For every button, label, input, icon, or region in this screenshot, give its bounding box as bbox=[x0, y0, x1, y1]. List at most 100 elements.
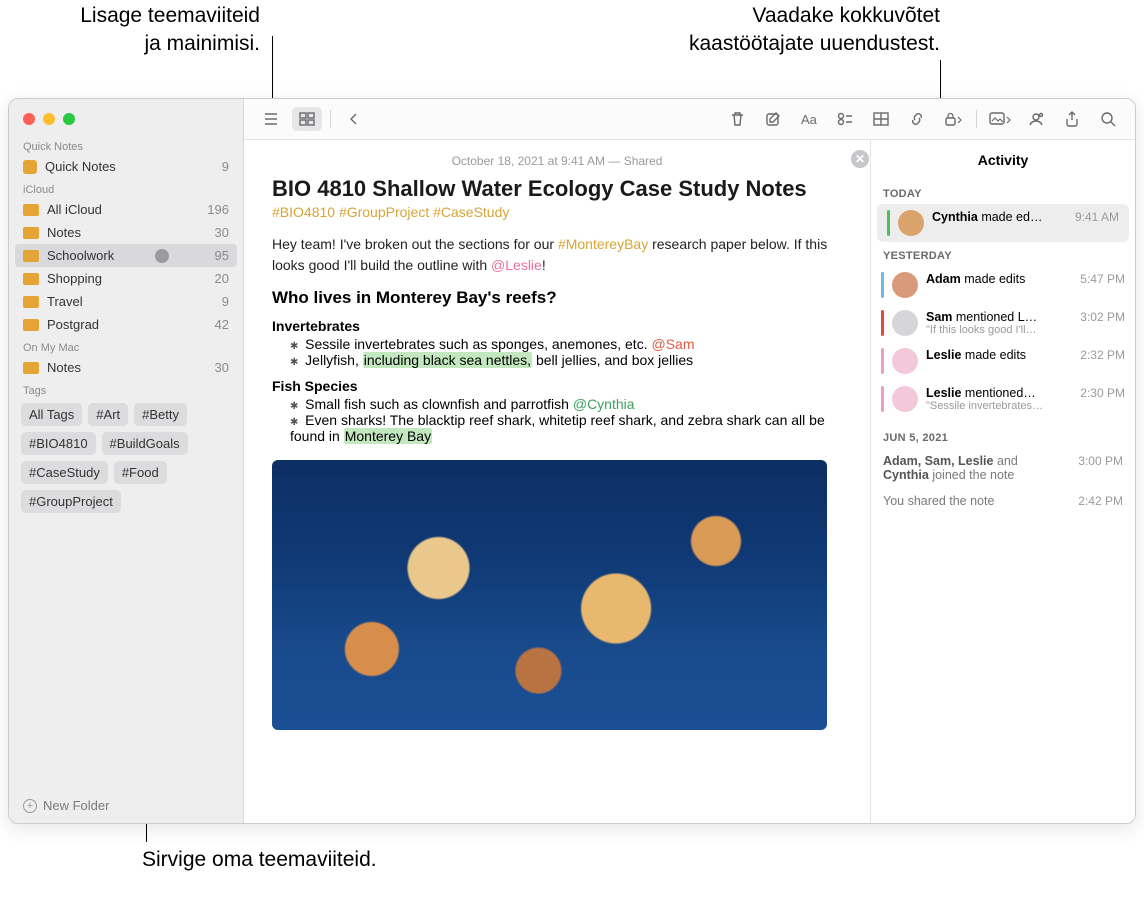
activity-item[interactable]: Cynthia made ed… 9:41 AM bbox=[877, 204, 1129, 242]
activity-plain-item: Adam, Sam, Leslie and Cynthia joined the… bbox=[871, 448, 1135, 488]
note-image-jellyfish bbox=[272, 460, 827, 730]
gallery-view-button[interactable] bbox=[292, 107, 322, 131]
folder-icon bbox=[23, 362, 39, 374]
format-button[interactable]: Aa bbox=[794, 107, 824, 131]
avatar bbox=[892, 272, 918, 298]
callout-bottom: Sirvige oma teemaviiteid. bbox=[142, 846, 377, 874]
note-list: Small fish such as clownfish and parrotf… bbox=[272, 396, 842, 444]
avatar bbox=[898, 210, 924, 236]
activity-color-strip bbox=[881, 348, 884, 374]
activity-color-strip bbox=[881, 272, 884, 298]
note-title: BIO 4810 Shallow Water Ecology Case Stud… bbox=[272, 176, 842, 202]
sidebar-item-label: Quick Notes bbox=[45, 159, 116, 174]
media-button[interactable] bbox=[985, 107, 1015, 131]
main-area: Aa October 18, 2021 at 9:41 AM — Shared … bbox=[244, 99, 1135, 823]
activity-date-older: JUN 5, 2021 bbox=[883, 432, 1135, 444]
tag-pill[interactable]: #Food bbox=[114, 461, 167, 484]
sidebar-item-label: All iCloud bbox=[47, 202, 102, 217]
activity-color-strip bbox=[881, 386, 884, 412]
tag-pill[interactable]: #CaseStudy bbox=[21, 461, 108, 484]
sidebar-section-icloud: iCloud bbox=[9, 178, 243, 198]
note-editor[interactable]: October 18, 2021 at 9:41 AM — Shared BIO… bbox=[244, 140, 870, 823]
window-controls bbox=[9, 99, 243, 135]
tag-pill[interactable]: All Tags bbox=[21, 403, 82, 426]
activity-item[interactable]: Sam mentioned L…"If this looks good I'll… bbox=[871, 304, 1135, 342]
tag-pill[interactable]: #BuildGoals bbox=[102, 432, 188, 455]
delete-button[interactable] bbox=[722, 107, 752, 131]
close-activity-button[interactable]: ✕ bbox=[851, 150, 869, 168]
new-folder-button[interactable]: + New Folder bbox=[9, 788, 243, 823]
activity-title: ✕ Activity bbox=[871, 140, 1135, 180]
activity-panel: ✕ Activity TODAY Cynthia made ed… 9:41 A… bbox=[870, 140, 1135, 823]
avatar bbox=[892, 310, 918, 336]
lock-button[interactable] bbox=[938, 107, 968, 131]
fullscreen-window-button[interactable] bbox=[63, 113, 75, 125]
shared-icon bbox=[155, 249, 169, 263]
folder-icon bbox=[23, 296, 39, 308]
sidebar-item-label: Shopping bbox=[47, 271, 102, 286]
note-date: October 18, 2021 at 9:41 AM — Shared bbox=[272, 154, 842, 168]
avatar bbox=[892, 386, 918, 412]
quick-notes-icon bbox=[23, 160, 37, 174]
note-heading: Who lives in Monterey Bay's reefs? bbox=[272, 288, 842, 308]
activity-item[interactable]: Adam made edits 5:47 PM bbox=[871, 266, 1135, 304]
sidebar-item-label: Notes bbox=[47, 360, 81, 375]
toolbar: Aa bbox=[244, 99, 1135, 140]
sidebar-item-travel[interactable]: Travel 9 bbox=[9, 290, 243, 313]
callout-top-right: Vaadake kokkuvõtetkaastöötajate uuendust… bbox=[560, 2, 940, 59]
sidebar-item-label: Postgrad bbox=[47, 317, 99, 332]
callout-top-left: Lisage teemaviiteidja mainimisi. bbox=[20, 2, 260, 59]
collaborate-button[interactable] bbox=[1021, 107, 1051, 131]
sidebar: Quick Notes Quick Notes 9 iCloud All iCl… bbox=[9, 99, 244, 823]
tag-pill[interactable]: #BIO4810 bbox=[21, 432, 96, 455]
sidebar-item-label: Travel bbox=[47, 294, 83, 309]
folder-icon bbox=[23, 227, 39, 239]
activity-item[interactable]: Leslie made edits 2:32 PM bbox=[871, 342, 1135, 380]
table-button[interactable] bbox=[866, 107, 896, 131]
list-view-button[interactable] bbox=[256, 107, 286, 131]
new-note-button[interactable] bbox=[758, 107, 788, 131]
notes-window: Quick Notes Quick Notes 9 iCloud All iCl… bbox=[8, 98, 1136, 824]
note-subheading: Invertebrates bbox=[272, 318, 842, 334]
search-button[interactable] bbox=[1093, 107, 1123, 131]
share-button[interactable] bbox=[1057, 107, 1087, 131]
activity-color-strip bbox=[881, 310, 884, 336]
sidebar-item-quick-notes[interactable]: Quick Notes 9 bbox=[9, 155, 243, 178]
checklist-button[interactable] bbox=[830, 107, 860, 131]
activity-plain-item: You shared the note2:42 PM bbox=[871, 488, 1135, 514]
folder-icon bbox=[23, 319, 39, 331]
tag-pill[interactable]: #Art bbox=[88, 403, 128, 426]
sidebar-item-notes[interactable]: Notes 30 bbox=[9, 221, 243, 244]
sidebar-item-all-icloud[interactable]: All iCloud 196 bbox=[9, 198, 243, 221]
sidebar-item-label: Notes bbox=[47, 225, 81, 240]
tag-pill[interactable]: #Betty bbox=[134, 403, 187, 426]
close-window-button[interactable] bbox=[23, 113, 35, 125]
folder-icon bbox=[23, 273, 39, 285]
note-list: Sessile invertebrates such as sponges, a… bbox=[272, 336, 842, 368]
sidebar-item-label: Schoolwork bbox=[47, 248, 114, 263]
note-tags: #BIO4810 #GroupProject #CaseStudy bbox=[272, 204, 842, 220]
sidebar-item-local-notes[interactable]: Notes30 bbox=[9, 356, 243, 379]
folder-icon bbox=[23, 204, 39, 216]
sidebar-item-shopping[interactable]: Shopping 20 bbox=[9, 267, 243, 290]
activity-item[interactable]: Leslie mentioned…"Sessile invertebrates…… bbox=[871, 380, 1135, 418]
sidebar-section-onmymac: On My Mac bbox=[9, 336, 243, 356]
sidebar-item-postgrad[interactable]: Postgrad 42 bbox=[9, 313, 243, 336]
activity-date-yesterday: YESTERDAY bbox=[883, 250, 1135, 262]
plus-icon: + bbox=[23, 799, 37, 813]
back-button[interactable] bbox=[339, 107, 369, 131]
sidebar-item-schoolwork[interactable]: Schoolwork 95 bbox=[15, 244, 237, 267]
tags-container: All Tags #Art #Betty #BIO4810 #BuildGoals #Ca… bbox=[9, 399, 243, 517]
note-subheading: Fish Species bbox=[272, 378, 842, 394]
minimize-window-button[interactable] bbox=[43, 113, 55, 125]
tag-pill[interactable]: #GroupProject bbox=[21, 490, 121, 513]
svg-text:Aa: Aa bbox=[801, 112, 818, 126]
sidebar-section-tags: Tags bbox=[9, 379, 243, 399]
avatar bbox=[892, 348, 918, 374]
sidebar-section-quick-notes: Quick Notes bbox=[9, 135, 243, 155]
activity-date-today: TODAY bbox=[883, 188, 1135, 200]
link-button[interactable] bbox=[902, 107, 932, 131]
activity-color-strip bbox=[887, 210, 890, 236]
note-paragraph: Hey team! I've broken out the sections f… bbox=[272, 234, 842, 276]
folder-icon bbox=[23, 250, 39, 262]
